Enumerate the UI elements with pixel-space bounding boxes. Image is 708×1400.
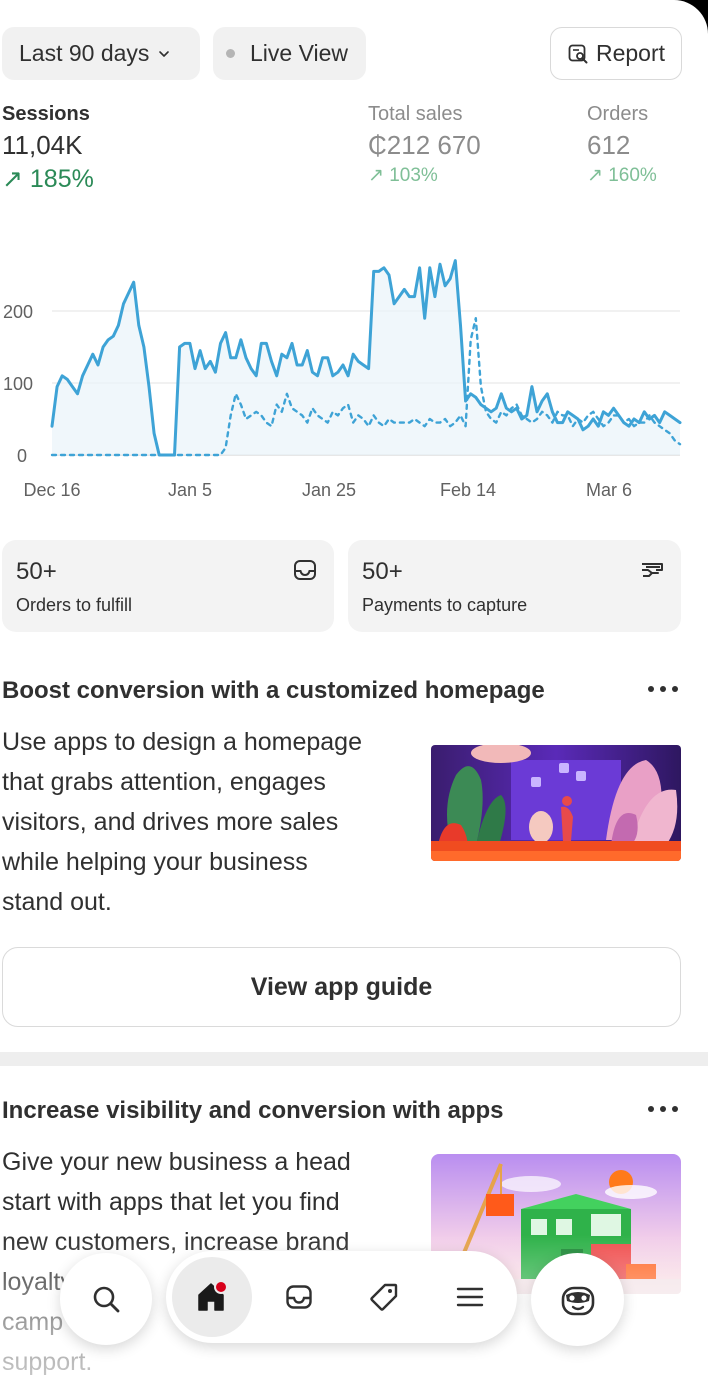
avatar-icon [561, 1286, 594, 1315]
report-button[interactable]: Report [550, 27, 682, 80]
arrow-up-right-icon: ↗ [2, 165, 23, 193]
date-range-label: Last 90 days [19, 40, 150, 66]
view-app-guide-button[interactable]: View app guide [2, 947, 681, 1027]
x-tick-label: Feb 14 [440, 480, 496, 500]
text-line: start with apps that let you find [2, 1188, 340, 1216]
text-line: Give your new business a head [2, 1148, 351, 1176]
metric-sessions[interactable]: Sessions 11,04K ↗ 185% [2, 103, 94, 194]
metric-value: ₵212 670 [368, 130, 481, 160]
text-line: while helping your business [2, 848, 308, 876]
inbox-icon [294, 560, 316, 580]
nav-orders-button[interactable] [275, 1273, 323, 1321]
x-tick-label: Mar 6 [586, 480, 632, 500]
live-status-dot [226, 49, 235, 58]
more-options-button[interactable] [648, 686, 678, 696]
sessions-chart[interactable]: 0 100 200 Dec 16 Jan 5 Jan 25 Feb 14 Mar 6 [0, 240, 708, 510]
card-count: 50+ [16, 558, 57, 585]
metric-total-sales[interactable]: Total sales ₵212 670 ↗ 103% [368, 103, 481, 187]
card-count: 50+ [362, 558, 403, 585]
home-icon [198, 1280, 228, 1311]
metric-label: Sessions [2, 103, 90, 125]
y-tick-label: 200 [3, 302, 33, 322]
inbox-icon [286, 1285, 312, 1309]
metric-delta-value: 160% [608, 165, 657, 186]
text-line: that grabs attention, engages [2, 768, 326, 796]
metric-delta-value: 185% [29, 165, 94, 193]
text-line: stand out. [2, 888, 112, 916]
metric-label: Total sales [368, 103, 463, 125]
date-range-button[interactable]: Last 90 days [2, 27, 200, 80]
notification-badge [214, 1280, 228, 1294]
cash-icon [642, 563, 663, 577]
payments-to-capture-card[interactable]: 50+ Payments to capture [348, 540, 681, 632]
homepage-illustration [431, 745, 681, 861]
more-options-button[interactable] [648, 1106, 678, 1116]
metric-orders[interactable]: Orders 612 ↗ 160% [587, 103, 657, 187]
metric-delta: ↗ 103% [368, 164, 481, 187]
x-tick-label: Dec 16 [23, 480, 80, 500]
nav-assistant-button[interactable] [531, 1253, 624, 1346]
search-icon [93, 1286, 120, 1313]
orders-to-fulfill-card[interactable]: 50+ Orders to fulfill [2, 540, 334, 632]
metric-delta: ↗ 185% [2, 164, 94, 194]
metric-value: 612 [587, 130, 631, 160]
chevron-down-icon [159, 50, 170, 57]
visibility-section-title: Increase visibility and conversion with … [2, 1097, 504, 1124]
arrow-up-right-icon: ↗ [587, 165, 603, 186]
text-line: visitors, and drives more sales [2, 808, 339, 836]
metric-delta-value: 103% [389, 165, 438, 186]
arrow-up-right-icon: ↗ [368, 165, 384, 186]
report-icon [568, 44, 588, 63]
text-line: Use apps to design a homepage [2, 728, 362, 756]
report-label: Report [595, 40, 666, 66]
y-tick-label: 100 [3, 374, 33, 394]
nav-menu-button[interactable] [446, 1273, 494, 1321]
x-tick-label: Jan 25 [302, 480, 356, 500]
boost-description: Use apps to design a homepage that grabs… [2, 722, 412, 922]
bottom-nav-bar [166, 1251, 517, 1343]
section-divider [0, 1052, 708, 1066]
tag-icon [370, 1283, 398, 1311]
metric-label: Orders [587, 103, 649, 125]
nav-home-button[interactable] [172, 1257, 252, 1337]
metric-delta: ↗ 160% [587, 164, 657, 187]
card-label: Payments to capture [362, 595, 528, 615]
live-view-label: Live View [250, 40, 349, 66]
boost-section-title: Boost conversion with a customized homep… [2, 677, 545, 704]
nav-search-button[interactable] [60, 1253, 152, 1345]
x-tick-label: Jan 5 [168, 480, 212, 500]
filter-bar: Last 90 days Live View Report [2, 27, 682, 80]
text-line: support. [2, 1348, 93, 1376]
metric-value: 11,04K [2, 130, 83, 160]
card-label: Orders to fulfill [16, 595, 133, 615]
menu-icon [456, 1287, 484, 1307]
live-view-button[interactable]: Live View [213, 27, 366, 80]
y-tick-label: 0 [17, 446, 27, 466]
nav-products-button[interactable] [360, 1273, 408, 1321]
